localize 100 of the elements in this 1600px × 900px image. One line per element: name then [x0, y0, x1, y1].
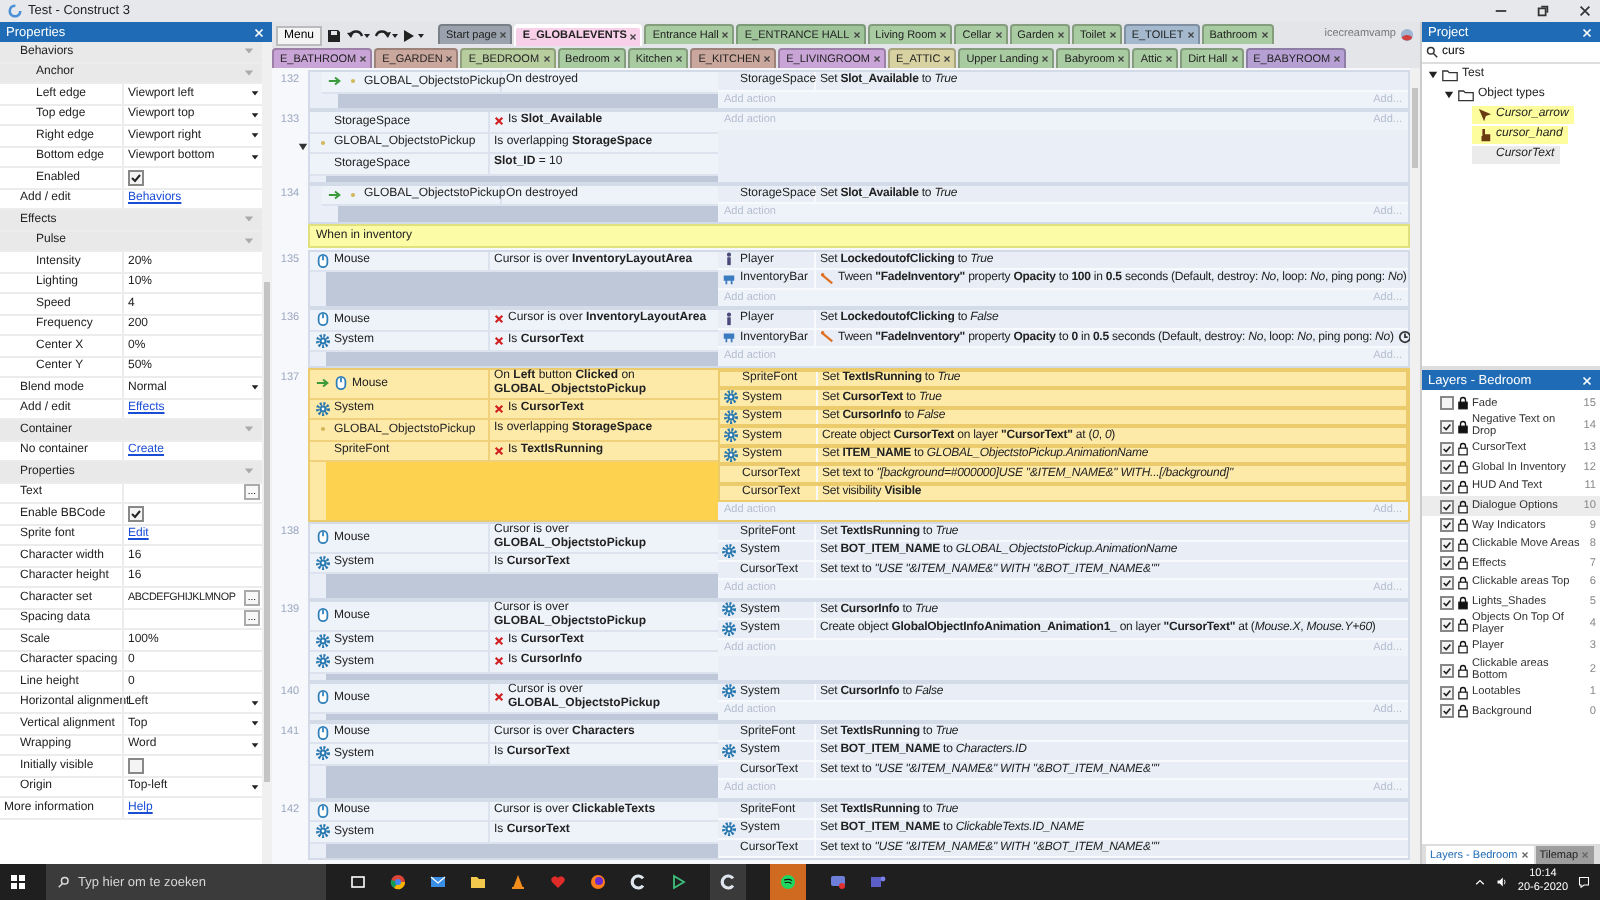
close-icon[interactable]: [1040, 54, 1051, 64]
checkbox[interactable]: [128, 505, 144, 522]
close-icon[interactable]: [611, 54, 622, 64]
save-icon[interactable]: [326, 28, 343, 44]
visibility-checkbox[interactable]: [1440, 396, 1454, 411]
event-block[interactable]: [308, 799, 1410, 860]
padlock-icon[interactable]: [1458, 556, 1468, 571]
close-icon[interactable]: [871, 54, 882, 64]
critter-icon: [722, 330, 736, 345]
c-logo-icon[interactable]: [630, 874, 646, 890]
padlock-icon[interactable]: [1458, 499, 1468, 514]
team-icon[interactable]: [870, 874, 886, 890]
visibility-checkbox[interactable]: [1440, 499, 1454, 514]
event-block[interactable]: [308, 521, 1410, 599]
close-icon[interactable]: [942, 54, 953, 64]
padlock-icon[interactable]: [1458, 537, 1468, 552]
notification-icon[interactable]: [1578, 876, 1590, 888]
padlock-icon[interactable]: [1458, 576, 1468, 591]
close-icon[interactable]: [851, 30, 862, 40]
visibility-checkbox[interactable]: [1440, 704, 1454, 719]
globe-icon[interactable]: [590, 874, 606, 890]
browser-icon[interactable]: [390, 874, 406, 890]
visibility-checkbox[interactable]: [1440, 460, 1454, 475]
visibility-checkbox[interactable]: [1440, 595, 1454, 610]
close-icon[interactable]: [762, 54, 773, 64]
padlock-icon[interactable]: [1458, 640, 1468, 655]
avatar-icon[interactable]: [1400, 27, 1414, 41]
collapse-triangle-icon[interactable]: [297, 142, 307, 152]
taskbar-button[interactable]: [710, 864, 746, 900]
padlock-icon[interactable]: [1458, 595, 1468, 610]
search-icon: [58, 876, 70, 888]
checkbox[interactable]: [128, 757, 144, 774]
close-icon[interactable]: [358, 54, 369, 64]
event-block[interactable]: [308, 308, 1410, 367]
heart-icon[interactable]: [550, 874, 566, 890]
visibility-checkbox[interactable]: [1440, 576, 1454, 591]
chevron-up-icon[interactable]: [1473, 876, 1486, 888]
padlock-icon[interactable]: [1458, 704, 1468, 719]
padlock-icon[interactable]: [1458, 460, 1468, 475]
expand-triangle-icon[interactable]: [1444, 89, 1454, 99]
play-icon[interactable]: [402, 28, 427, 44]
mouse-icon: [316, 312, 330, 327]
visibility-checkbox[interactable]: [1440, 663, 1454, 678]
windows-logo-icon[interactable]: [10, 874, 26, 890]
chat-icon[interactable]: [830, 874, 846, 890]
hand-icon: [1478, 127, 1492, 141]
close-icon[interactable]: [628, 31, 639, 41]
visibility-checkbox[interactable]: [1440, 640, 1454, 655]
visibility-checkbox[interactable]: [1440, 685, 1454, 700]
event-block[interactable]: [308, 367, 1410, 521]
close-icon[interactable]: [674, 54, 685, 64]
close-icon[interactable]: [1578, 4, 1592, 18]
close-icon[interactable]: [1116, 54, 1127, 64]
visibility-checkbox[interactable]: [1440, 518, 1454, 533]
scrollbar-thumb[interactable]: [264, 282, 270, 782]
scrollbar-thumb[interactable]: [1412, 88, 1418, 168]
visibility-checkbox[interactable]: [1440, 480, 1454, 495]
close-icon[interactable]: [1519, 850, 1530, 860]
event-block[interactable]: [308, 721, 1410, 799]
event-block[interactable]: [308, 249, 1410, 308]
close-icon[interactable]: [1055, 30, 1066, 40]
app-logo-icon: [8, 4, 22, 18]
visibility-checkbox[interactable]: [1440, 419, 1454, 434]
search-icon: [1426, 46, 1438, 58]
close-icon[interactable]: [1107, 30, 1118, 40]
speaker-icon[interactable]: [1495, 876, 1508, 888]
minimize-icon[interactable]: [1494, 4, 1508, 18]
restore-icon[interactable]: [1536, 4, 1550, 18]
padlock-icon[interactable]: [1458, 617, 1468, 632]
scrollbar[interactable]: [1410, 68, 1420, 864]
close-icon[interactable]: [1164, 54, 1175, 64]
c-logo-icon: [720, 874, 736, 890]
visibility-checkbox[interactable]: [1440, 537, 1454, 552]
close-icon[interactable]: [444, 54, 455, 64]
padlock-icon[interactable]: [1458, 685, 1468, 700]
padlock-icon[interactable]: [1458, 663, 1468, 678]
visibility-checkbox[interactable]: [1440, 556, 1454, 571]
padlock-icon[interactable]: [1458, 441, 1468, 456]
close-icon[interactable]: [1259, 30, 1270, 40]
mail-icon[interactable]: [430, 874, 446, 890]
folder-icon[interactable]: [470, 874, 486, 890]
close-icon[interactable]: [1185, 30, 1196, 40]
padlock-icon[interactable]: [1458, 419, 1468, 434]
play-icon[interactable]: [670, 874, 686, 890]
padlock-icon[interactable]: [1458, 480, 1468, 495]
scrollbar[interactable]: [262, 42, 272, 864]
checkbox[interactable]: [128, 169, 144, 186]
task-view-icon[interactable]: [350, 874, 366, 890]
close-icon[interactable]: [938, 30, 949, 40]
close-icon[interactable]: [541, 54, 552, 64]
close-icon[interactable]: [720, 30, 731, 40]
padlock-icon[interactable]: [1458, 518, 1468, 533]
event-block[interactable]: [308, 599, 1410, 681]
close-icon[interactable]: [1229, 54, 1240, 64]
traffic-cone-icon[interactable]: [510, 874, 526, 890]
expand-triangle-icon[interactable]: [1428, 69, 1438, 79]
close-icon[interactable]: [993, 30, 1004, 40]
padlock-icon[interactable]: [1458, 396, 1468, 411]
visibility-checkbox[interactable]: [1440, 617, 1454, 632]
visibility-checkbox[interactable]: [1440, 441, 1454, 456]
